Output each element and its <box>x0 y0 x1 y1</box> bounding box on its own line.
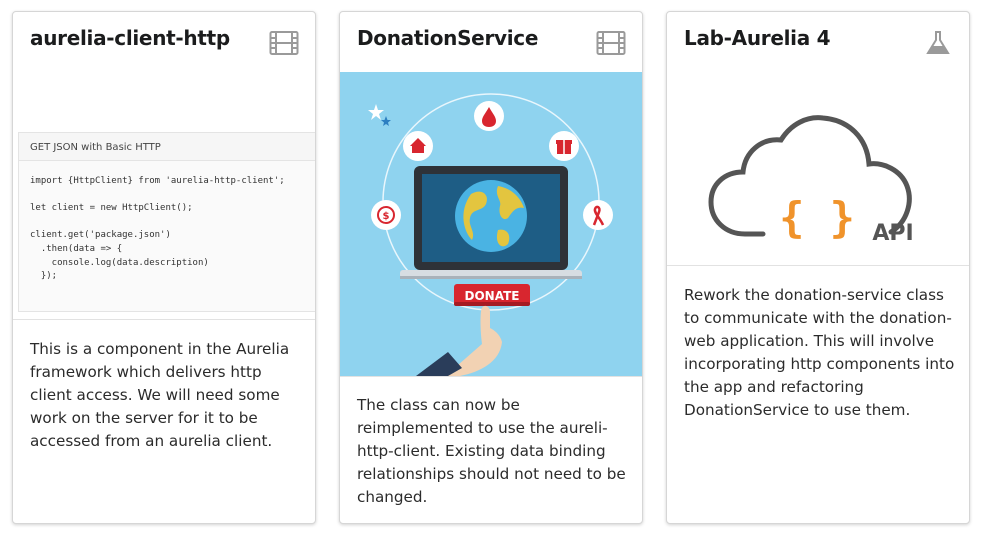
code-line: import {HttpClient} from 'aurelia-http-c… <box>30 176 285 186</box>
film-icon <box>596 31 626 55</box>
code-screenshot: GET JSON with Basic HTTP import {HttpCli… <box>18 132 315 312</box>
card-title[interactable]: Lab-Aurelia 4 <box>684 26 831 50</box>
gift-icon <box>549 131 579 161</box>
money-icon: $ <box>371 200 401 230</box>
card-aurelia-client-http[interactable]: aurelia-client-http GET JSON with Basic … <box>12 11 316 524</box>
svg-text:$: $ <box>383 211 390 222</box>
code-line: let client = new HttpClient(); <box>30 203 193 214</box>
code-line: .then(data => { <box>30 243 123 254</box>
api-cloud-image: { } API <box>667 72 969 265</box>
card-description: The class can now be reimplemented to us… <box>357 396 626 506</box>
card-lab-aurelia-4[interactable]: Lab-Aurelia 4 { } API Rework the donatio… <box>666 11 970 524</box>
donation-illustration-art: $ DONATE <box>340 72 642 376</box>
donation-illustration: $ DONATE <box>340 72 642 376</box>
card-description: Rework the donation-service class to com… <box>684 286 955 419</box>
code-header: GET JSON with Basic HTTP <box>19 133 315 161</box>
code-line: client.get('package.json') <box>30 230 171 241</box>
donate-label: DONATE <box>465 289 520 303</box>
card-description: This is a component in the Aurelia frame… <box>30 340 290 450</box>
flask-icon <box>926 31 950 54</box>
card-divider <box>667 265 969 266</box>
braces-label: { } <box>779 193 855 242</box>
card-donation-service[interactable]: DonationService $ DONATE The class can n… <box>339 11 643 524</box>
globe-icon <box>455 180 527 252</box>
donate-button-art: DONATE <box>454 284 530 306</box>
home-icon <box>403 131 433 161</box>
blood-drop-icon <box>474 101 504 131</box>
card-title[interactable]: DonationService <box>357 26 538 50</box>
card-divider <box>340 376 642 377</box>
code-body: import {HttpClient} from 'aurelia-http-c… <box>19 161 315 284</box>
film-icon <box>269 31 299 55</box>
cloud-api-icon: { } API <box>708 115 914 246</box>
code-line: }); <box>30 271 58 282</box>
card-title[interactable]: aurelia-client-http <box>30 26 230 50</box>
ribbon-icon <box>583 200 613 230</box>
code-line: console.log(data.description) <box>30 257 209 268</box>
api-label: API <box>872 221 913 246</box>
card-divider <box>13 319 315 320</box>
